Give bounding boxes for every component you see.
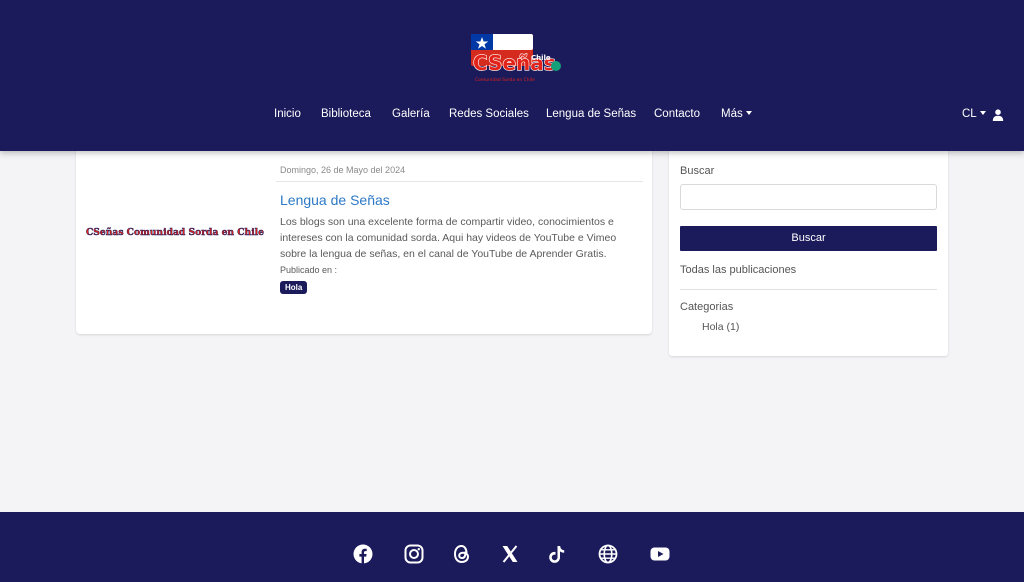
search-label: Buscar	[680, 165, 715, 177]
facebook-icon[interactable]	[353, 544, 373, 564]
post-excerpt: Los blogs son una excelente forma de com…	[280, 216, 617, 260]
post-date: Domingo, 26 de Mayo del 2024	[280, 165, 406, 175]
search-input[interactable]	[680, 184, 937, 210]
tiktok-icon[interactable]	[547, 544, 567, 564]
category-tag[interactable]: Hola	[280, 281, 308, 294]
x-icon[interactable]	[500, 544, 520, 564]
svg-text:Comunidad Sorda en Chile: Comunidad Sorda en Chile	[475, 77, 535, 83]
svg-text:Chile: Chile	[531, 54, 551, 62]
svg-text:CSeñas Comunidad Sorda en Chil: CSeñas Comunidad Sorda en Chile	[86, 227, 264, 238]
categories-title: Categorias	[680, 301, 734, 313]
divider	[276, 181, 643, 182]
site-footer	[0, 512, 1024, 582]
youtube-icon[interactable]	[650, 544, 670, 564]
main-nav: Inicio Biblioteca Galería Redes Sociales…	[0, 108, 1024, 124]
nav-lengua-de-senas[interactable]: Lengua de Señas	[546, 108, 636, 120]
user-icon[interactable]	[992, 109, 1004, 121]
post-card: CSeñas Comunidad Sorda en Chile Domingo,…	[76, 140, 652, 334]
nav-redes-sociales[interactable]: Redes Sociales	[449, 108, 529, 120]
nav-mas-dropdown[interactable]: Más	[721, 108, 752, 120]
nav-inicio[interactable]: Inicio	[274, 108, 301, 120]
language-label: CL	[962, 108, 977, 120]
nav-contacto[interactable]: Contacto	[654, 108, 700, 120]
post-thumbnail[interactable]: CSeñas Comunidad Sorda en Chile	[86, 224, 264, 238]
post-title-link[interactable]: Lengua de Señas	[280, 192, 390, 208]
caret-down-icon	[979, 110, 986, 115]
category-item-hola[interactable]: Hola (1)	[702, 321, 739, 333]
nav-mas-label: Más	[721, 108, 743, 120]
all-posts-link[interactable]: Todas las publicaciones	[680, 264, 796, 276]
caret-down-icon	[745, 110, 752, 115]
globe-icon[interactable]	[598, 544, 618, 564]
divider	[680, 289, 937, 290]
published-label: Publicado en :	[280, 265, 338, 275]
threads-icon[interactable]	[452, 544, 472, 564]
search-button[interactable]: Buscar	[680, 226, 937, 251]
site-header: CSeñas Chile Comunidad Sorda en Chile In…	[0, 0, 1024, 151]
instagram-icon[interactable]	[404, 544, 424, 564]
site-logo[interactable]: CSeñas Chile Comunidad Sorda en Chile	[469, 32, 565, 86]
language-dropdown[interactable]: CL	[962, 108, 986, 120]
sidebar: Buscar Buscar Todas las publicaciones Ca…	[669, 140, 948, 356]
nav-biblioteca[interactable]: Biblioteca	[321, 108, 371, 120]
nav-galeria[interactable]: Galería	[392, 108, 430, 120]
